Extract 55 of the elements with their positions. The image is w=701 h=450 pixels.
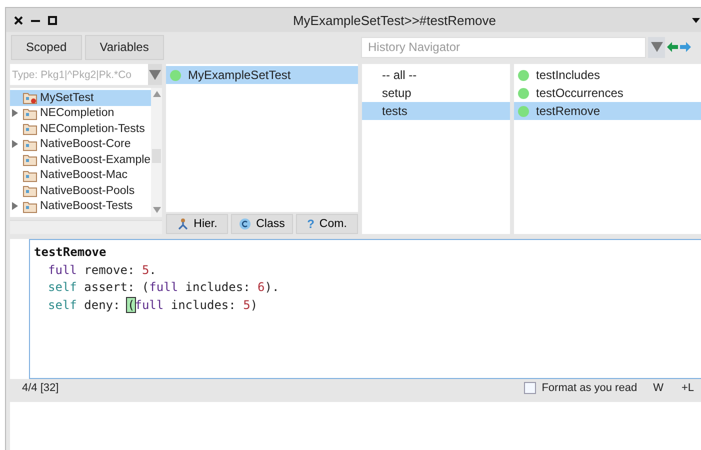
- protocol-item[interactable]: tests: [362, 102, 510, 120]
- protocol-item[interactable]: setup: [362, 84, 510, 102]
- checkbox-label[interactable]: Format as you read: [542, 382, 638, 394]
- close-icon[interactable]: [14, 16, 23, 24]
- package-icon: [23, 138, 37, 151]
- mode-button[interactable]: Hier.: [166, 214, 228, 234]
- question-icon: ?: [307, 217, 314, 231]
- code-line: self assert: (full includes: 6).: [47, 279, 280, 296]
- class-icon: [239, 218, 252, 230]
- code-line: testRemove: [34, 244, 106, 261]
- expand-triangle-icon[interactable]: [12, 109, 18, 118]
- line-numbers-toggle[interactable]: +L: [679, 382, 696, 394]
- package-icon: [23, 153, 37, 166]
- toolbar-button[interactable]: Variables: [84, 34, 164, 60]
- wrap-toggle[interactable]: W: [651, 382, 666, 394]
- package-item[interactable]: NativeBoost-Mac: [10, 168, 151, 183]
- dropdown-icon[interactable]: [149, 70, 161, 80]
- class-item[interactable]: MyExampleSetTest: [166, 66, 358, 84]
- caret-icon[interactable]: [692, 18, 700, 22]
- window-title: MyExampleSetTest>>#testRemove: [292, 12, 498, 28]
- package-item[interactable]: NECompletion: [10, 106, 151, 121]
- dropdown-icon[interactable]: [650, 42, 662, 52]
- filter-field[interactable]: Type: Pkg1|^Pkg2|Pk.*Co: [10, 64, 162, 85]
- scrollbar[interactable]: [151, 88, 162, 217]
- package-icon: [23, 106, 37, 120]
- package-item[interactable]: MySetTest: [10, 90, 151, 106]
- history-field[interactable]: History Navigator: [361, 36, 646, 58]
- checkbox[interactable]: [524, 382, 536, 394]
- cursor-position: 4/4 [32]: [22, 382, 59, 394]
- expand-triangle-icon[interactable]: [12, 202, 18, 210]
- package-item[interactable]: NativeBoost-Example: [10, 152, 151, 168]
- method-item[interactable]: testIncludes: [514, 66, 701, 84]
- package-item[interactable]: NativeBoost-Pools: [10, 183, 151, 198]
- package-item[interactable]: NativeBoost-Core: [10, 136, 151, 152]
- expand-triangle-icon[interactable]: [12, 140, 18, 148]
- hierarchy-icon: [176, 218, 189, 230]
- package-icon: [23, 184, 37, 198]
- package-item[interactable]: NECompletion-Tests: [10, 121, 151, 136]
- package-icon: [23, 200, 37, 213]
- method-item[interactable]: testOccurrences: [514, 84, 701, 102]
- package-item[interactable]: NativeBoost-Tests: [10, 198, 151, 214]
- code-editor[interactable]: testRemove full remove: 5. self assert: (full includes: 6). self deny: (full includes: 5): [29, 239, 701, 379]
- code-line: full remove: 5.: [47, 262, 156, 278]
- test-package-icon: [23, 91, 37, 104]
- toolbar-button[interactable]: Scoped: [11, 34, 82, 60]
- code-line: self deny: (full includes: 5): [47, 296, 258, 314]
- forward-arrow-icon[interactable]: [680, 42, 691, 52]
- mode-button[interactable]: Class: [231, 214, 293, 234]
- maximize-icon[interactable]: [48, 16, 57, 24]
- mode-button[interactable]: ? Com.: [296, 214, 358, 234]
- package-icon: [23, 168, 37, 182]
- method-item[interactable]: testRemove: [514, 102, 701, 120]
- back-arrow-icon[interactable]: [667, 42, 678, 52]
- protocol-item[interactable]: -- all --: [362, 66, 510, 84]
- package-icon: [23, 122, 37, 136]
